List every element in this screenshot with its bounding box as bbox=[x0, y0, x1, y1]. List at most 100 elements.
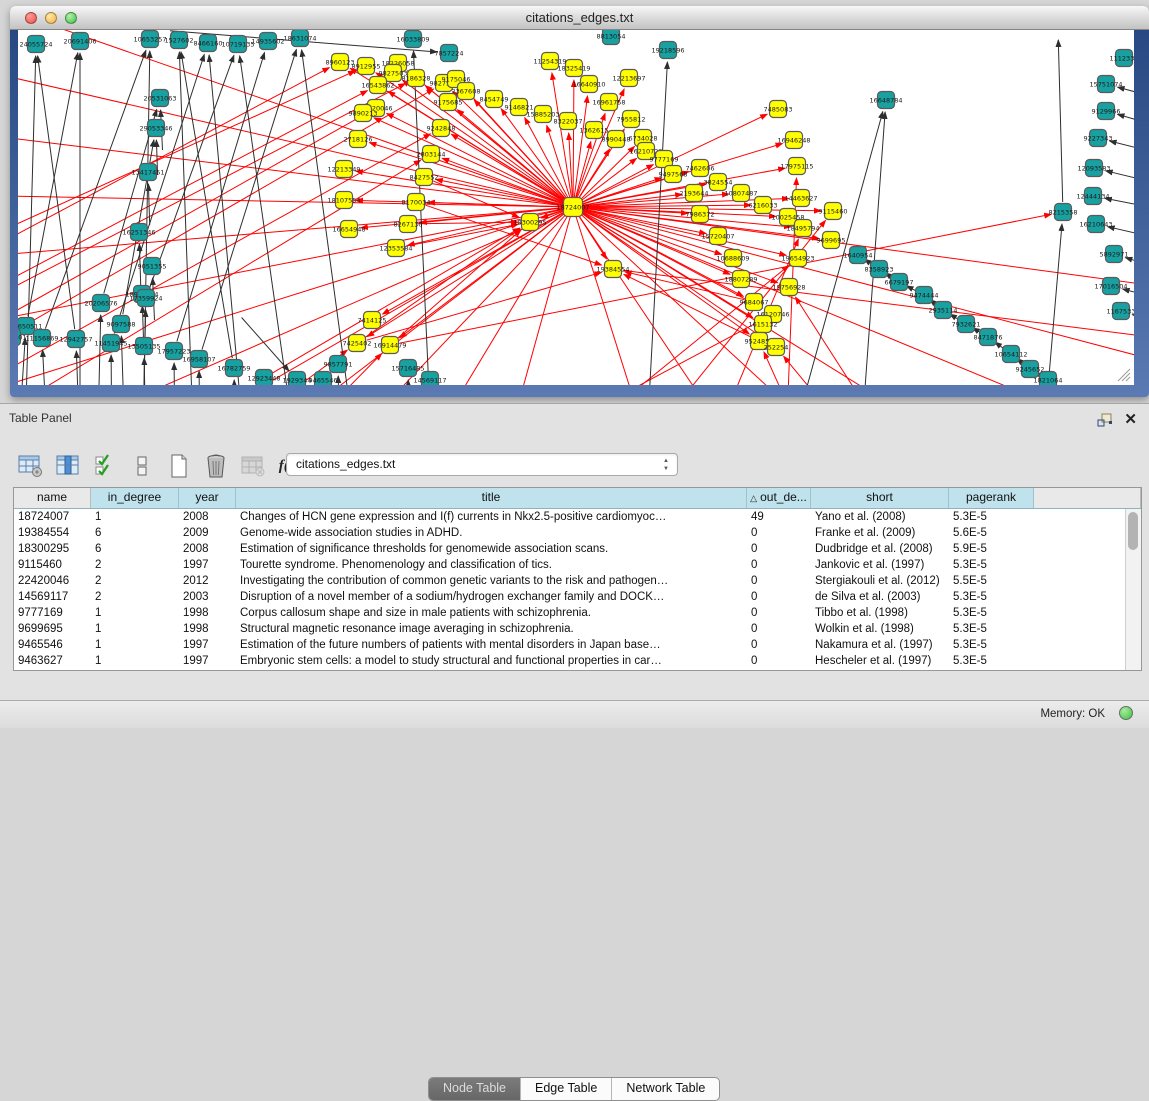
delete-table-icon[interactable] bbox=[238, 452, 268, 480]
graph-edge[interactable] bbox=[148, 184, 149, 225]
graph-edge[interactable] bbox=[574, 96, 587, 197]
table-cell: 2008 bbox=[179, 509, 236, 525]
table-row[interactable]: 2242004622012Investigating the contribut… bbox=[14, 573, 1141, 589]
new-column-icon[interactable] bbox=[164, 452, 194, 480]
column-header-year[interactable]: year bbox=[179, 488, 236, 508]
table-cell: 5.3E-5 bbox=[949, 589, 1034, 605]
table-cell: Genome-wide association studies in ADHD. bbox=[236, 525, 747, 541]
graph-edge[interactable] bbox=[1125, 258, 1134, 267]
graph-node-label: 1527602 bbox=[165, 36, 194, 44]
graph-edge[interactable] bbox=[208, 214, 566, 385]
scrollbar-thumb[interactable] bbox=[1128, 512, 1138, 550]
graph-edge[interactable] bbox=[234, 380, 236, 385]
delete-column-icon[interactable] bbox=[201, 452, 231, 480]
column-header-out-de-[interactable]: △out_de... bbox=[747, 488, 811, 508]
table-row[interactable]: 946554611997Estimation of the future num… bbox=[14, 637, 1141, 653]
graph-edge[interactable] bbox=[199, 371, 200, 385]
table-selector-dropdown[interactable]: citations_edges.txt ▲▼ bbox=[286, 453, 678, 476]
graph-edge[interactable] bbox=[1132, 315, 1134, 322]
graph-node-label: 24055724 bbox=[19, 40, 52, 48]
graph-edge[interactable] bbox=[45, 50, 145, 328]
graph-node-label: 19756928 bbox=[772, 283, 805, 291]
graph-edge[interactable] bbox=[798, 112, 883, 385]
graph-edge[interactable] bbox=[1108, 227, 1134, 238]
graph-edge[interactable] bbox=[1110, 141, 1134, 153]
tab-node-table[interactable]: Node Table bbox=[429, 1078, 521, 1100]
graph-node-label: 9051355 bbox=[138, 262, 167, 270]
table-cell: 5.9E-5 bbox=[949, 541, 1034, 557]
table-cell: 2009 bbox=[179, 525, 236, 541]
graph-node-label: 16654948 bbox=[332, 225, 365, 233]
table-cell: 5.3E-5 bbox=[949, 637, 1034, 653]
graph-edge[interactable] bbox=[1058, 40, 1062, 202]
graph-node-label: 8322037 bbox=[554, 117, 583, 125]
column-header-pagerank[interactable]: pagerank bbox=[949, 488, 1034, 508]
graph-edge[interactable] bbox=[242, 318, 289, 372]
graph-edge[interactable] bbox=[1118, 114, 1135, 125]
column-header-label: out_de... bbox=[760, 490, 807, 504]
graph-node-label: 14463627 bbox=[784, 194, 817, 202]
table-row[interactable]: 1872400712008Changes of HCN gene express… bbox=[14, 509, 1141, 525]
table-row[interactable]: 1938455462009Genome-wide association stu… bbox=[14, 525, 1141, 541]
table-cell: 5.3E-5 bbox=[949, 509, 1034, 525]
table-row[interactable]: 977716911998Corpus callosum shape and si… bbox=[14, 605, 1141, 621]
graph-edge[interactable] bbox=[28, 53, 78, 316]
float-panel-icon[interactable] bbox=[1097, 413, 1113, 428]
graph-edge[interactable] bbox=[581, 158, 637, 201]
graph-edge[interactable] bbox=[582, 165, 654, 203]
memory-status-icon bbox=[1119, 706, 1133, 720]
show-column-icon[interactable] bbox=[53, 452, 83, 480]
graph-edge[interactable] bbox=[98, 315, 101, 385]
graph-node-label: 7414125 bbox=[358, 316, 387, 324]
graph-node-label: 1362615 bbox=[580, 126, 609, 134]
table-cell: 1 bbox=[91, 605, 179, 621]
graph-edge[interactable] bbox=[18, 208, 563, 279]
graph-edge[interactable] bbox=[408, 380, 410, 385]
network-canvas[interactable]: 2405572420691406106532571527602846616010… bbox=[18, 30, 1134, 385]
graph-node-label: 9890213 bbox=[349, 109, 378, 117]
graph-edge[interactable] bbox=[582, 211, 1134, 385]
column-header-short[interactable]: short bbox=[811, 488, 949, 508]
graph-node-label: 18325419 bbox=[557, 64, 590, 72]
table-cell: Franke et al. (2009) bbox=[811, 525, 949, 541]
graph-edge[interactable] bbox=[764, 352, 876, 385]
graph-edge[interactable] bbox=[177, 53, 265, 342]
graph-edge[interactable] bbox=[174, 363, 175, 385]
graph-edge[interactable] bbox=[111, 355, 112, 385]
graph-node-label: 7932621 bbox=[952, 320, 981, 328]
window-titlebar[interactable]: citations_edges.txt bbox=[10, 6, 1149, 30]
graph-node-label: 16543862 bbox=[361, 81, 394, 89]
graph-edge[interactable] bbox=[1106, 171, 1134, 183]
column-header-in-degree[interactable]: in_degree bbox=[91, 488, 179, 508]
graph-edge[interactable] bbox=[1118, 87, 1134, 97]
table-row[interactable]: 969969511998Structural magnetic resonanc… bbox=[14, 621, 1141, 637]
table-cell: 1998 bbox=[179, 621, 236, 637]
table-mode-icon[interactable] bbox=[16, 452, 46, 480]
tab-edge-table[interactable]: Edge Table bbox=[521, 1078, 612, 1100]
table-vertical-scrollbar[interactable] bbox=[1125, 509, 1141, 670]
graph-node-label: 2193644 bbox=[680, 189, 709, 197]
graph-node-label: 12942757 bbox=[59, 335, 92, 343]
graph-edge[interactable] bbox=[569, 133, 573, 197]
graph-edge[interactable] bbox=[43, 350, 48, 385]
table-row[interactable]: 946362711997Embryonic stem cells: a mode… bbox=[14, 653, 1141, 669]
graph-node-label: 12213349 bbox=[327, 165, 360, 173]
column-header-title[interactable]: title bbox=[236, 488, 747, 508]
graph-edge[interactable] bbox=[1048, 224, 1062, 385]
graph-edge[interactable] bbox=[338, 376, 340, 385]
graph-edge[interactable] bbox=[302, 50, 379, 385]
close-panel-icon[interactable]: ✕ bbox=[1124, 413, 1137, 426]
clear-selection-icon[interactable] bbox=[127, 452, 157, 480]
table-cell: 22420046 bbox=[14, 573, 91, 589]
column-header-name[interactable]: name bbox=[14, 488, 91, 508]
graph-node-label: 8471876 bbox=[974, 333, 1003, 341]
select-all-icon[interactable] bbox=[90, 452, 120, 480]
table-row[interactable]: 1830029562008Estimation of significance … bbox=[14, 541, 1141, 557]
graph-edge[interactable] bbox=[573, 80, 574, 197]
resize-grip-icon[interactable] bbox=[1118, 369, 1130, 381]
table-row[interactable]: 1456911722003Disruption of a novel membe… bbox=[14, 589, 1141, 605]
graph-node-label: 10719135 bbox=[221, 40, 254, 48]
table-row[interactable]: 911546021997Tourette syndrome. Phenomeno… bbox=[14, 557, 1141, 573]
graph-node-label: 2718126 bbox=[344, 135, 373, 143]
tab-network-table[interactable]: Network Table bbox=[612, 1078, 719, 1100]
